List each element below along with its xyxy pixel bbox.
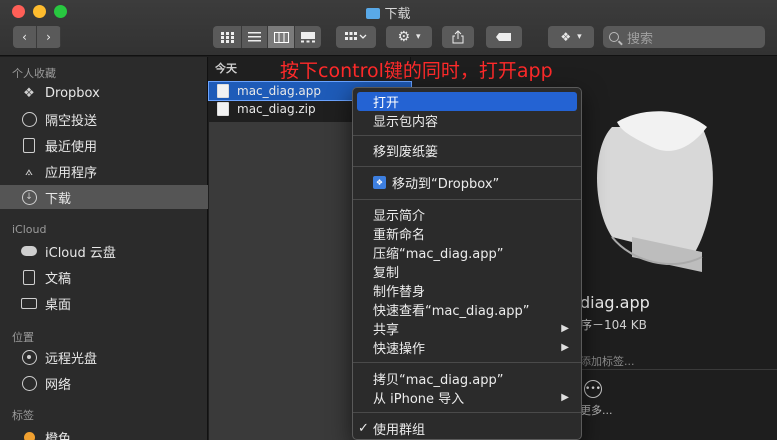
column-view-button[interactable] bbox=[268, 26, 295, 48]
menu-separator bbox=[353, 135, 581, 136]
menu-item-use-groups[interactable]: ✓ 使用群组 bbox=[353, 419, 581, 438]
sidebar: 个人收藏 ❖ Dropbox 隔空投送 最近使用 ⟑ 应用程序 ↓ 下载 iCloud… bbox=[0, 57, 208, 440]
menu-item-quick-look[interactable]: 快速查看“mac_diag.app” bbox=[353, 300, 581, 319]
menu-separator bbox=[353, 362, 581, 363]
icon-view-button[interactable] bbox=[213, 26, 242, 48]
sidebar-section-heading: 位置 bbox=[12, 331, 34, 344]
divider bbox=[562, 369, 777, 370]
document-icon bbox=[20, 268, 38, 286]
menu-item-rename[interactable]: 重新命名 bbox=[353, 224, 581, 243]
menu-item-move-to-trash[interactable]: 移到废纸篓 bbox=[353, 141, 581, 160]
dropbox-icon: ❖ bbox=[23, 85, 35, 101]
columns-icon bbox=[273, 31, 289, 43]
menu-item-copy[interactable]: 拷贝“mac_diag.app” bbox=[353, 369, 581, 388]
menu-item-quick-actions[interactable]: 快速操作 ▶ bbox=[353, 338, 581, 357]
tag-shape-icon bbox=[496, 33, 511, 41]
submenu-arrow-icon: ▶ bbox=[561, 342, 569, 353]
network-icon bbox=[20, 374, 38, 392]
action-button[interactable]: ⚙ ▾ bbox=[386, 26, 432, 48]
airdrop-icon bbox=[20, 110, 38, 128]
menu-item-share[interactable]: 共享 ▶ bbox=[353, 319, 581, 338]
preview-file-name: diag.app bbox=[580, 293, 650, 312]
sidebar-section-heading: 个人收藏 bbox=[12, 67, 56, 80]
checkmark-icon: ✓ bbox=[358, 421, 369, 436]
sidebar-item-remote-disc[interactable]: 远程光盘 bbox=[0, 345, 208, 369]
preview-more-link[interactable]: 更多... bbox=[580, 402, 613, 418]
sidebar-item-dropbox[interactable]: ❖ Dropbox bbox=[0, 81, 208, 105]
folder-icon bbox=[366, 8, 381, 19]
sidebar-section-heading: iCloud bbox=[12, 223, 47, 236]
menu-item-get-info[interactable]: 显示简介 bbox=[353, 205, 581, 224]
grid-icon bbox=[220, 31, 234, 43]
gallery-icon bbox=[301, 31, 315, 42]
desktop-icon bbox=[20, 294, 38, 312]
menu-item-show-package-contents[interactable]: 显示包内容 bbox=[353, 111, 581, 130]
share-icon bbox=[452, 30, 464, 44]
sidebar-item-applications[interactable]: ⟑ 应用程序 bbox=[0, 159, 208, 183]
search-placeholder: 搜索 bbox=[627, 31, 654, 47]
menu-item-compress[interactable]: 压缩“mac_diag.app” bbox=[353, 243, 581, 262]
sidebar-item-airdrop[interactable]: 隔空投送 bbox=[0, 107, 208, 131]
recents-icon bbox=[20, 136, 38, 154]
applications-icon: ⟑ bbox=[25, 163, 33, 179]
window-title: 下载 bbox=[0, 3, 777, 22]
chevron-down-icon: ▾ bbox=[416, 32, 421, 42]
menu-separator bbox=[353, 166, 581, 167]
dropbox-toolbar-button[interactable]: ❖ ▾ bbox=[548, 26, 594, 48]
list-view-button[interactable] bbox=[242, 26, 268, 48]
app-icon-preview bbox=[597, 111, 713, 272]
sidebar-item-tag-orange[interactable]: 橙色 bbox=[0, 425, 208, 440]
menu-item-make-alias[interactable]: 制作替身 bbox=[353, 281, 581, 300]
preview-file-info: 序－104 KB bbox=[580, 318, 647, 332]
search-icon bbox=[609, 32, 619, 42]
menu-item-import-from-iphone[interactable]: 从 iPhone 导入 ▶ bbox=[353, 388, 581, 407]
menu-separator bbox=[353, 199, 581, 200]
menu-item-move-to-dropbox[interactable]: ❖ 移动到“Dropbox” bbox=[353, 173, 581, 192]
sidebar-item-downloads[interactable]: ↓ 下载 bbox=[0, 185, 208, 209]
gallery-view-button[interactable] bbox=[295, 26, 321, 48]
menu-item-open[interactable]: 打开 bbox=[357, 92, 577, 111]
date-group-heading: 今天 bbox=[215, 62, 237, 75]
disc-icon bbox=[20, 348, 38, 366]
zip-file-icon bbox=[217, 102, 229, 116]
dropbox-icon: ❖ bbox=[373, 176, 386, 189]
menu-separator bbox=[353, 412, 581, 413]
list-icon bbox=[248, 32, 261, 42]
tags-button[interactable] bbox=[486, 26, 522, 48]
downloads-icon: ↓ bbox=[20, 188, 38, 206]
back-button[interactable]: ‹ bbox=[13, 26, 37, 48]
submenu-arrow-icon: ▶ bbox=[561, 392, 569, 403]
cloud-icon bbox=[20, 242, 38, 260]
search-field[interactable]: 搜索 bbox=[603, 26, 765, 48]
dropbox-icon: ❖ bbox=[560, 30, 572, 44]
preview-add-tags[interactable]: 添加标签... bbox=[580, 353, 635, 369]
menu-item-duplicate[interactable]: 复制 bbox=[353, 262, 581, 281]
sidebar-item-network[interactable]: 网络 bbox=[0, 371, 208, 395]
submenu-arrow-icon: ▶ bbox=[561, 323, 569, 334]
navigation-buttons: ‹ › bbox=[13, 26, 61, 48]
sidebar-item-documents[interactable]: 文稿 bbox=[0, 265, 208, 289]
context-menu: 打开 显示包内容 移到废纸篓 ❖ 移动到“Dropbox” 显示简介 重新命名 压… bbox=[352, 87, 582, 440]
view-mode-switcher bbox=[213, 26, 321, 48]
forward-button[interactable]: › bbox=[37, 26, 61, 48]
app-file-icon bbox=[217, 84, 229, 98]
toolbar: 下载 ‹ › ⚙ ▾ ❖ ▾ 搜索 bbox=[0, 0, 777, 56]
share-button[interactable] bbox=[442, 26, 474, 48]
chevron-down-icon: ▾ bbox=[577, 32, 582, 42]
sidebar-item-icloud-drive[interactable]: iCloud 云盘 bbox=[0, 239, 208, 263]
group-grid-chevron-icon bbox=[345, 32, 367, 40]
annotation-text: 按下control键的同时，打开app bbox=[280, 60, 553, 82]
sidebar-section-heading: 标签 bbox=[12, 409, 34, 422]
more-ellipsis-icon[interactable]: ••• bbox=[584, 380, 602, 398]
group-by-button[interactable] bbox=[336, 26, 376, 48]
sidebar-item-desktop[interactable]: 桌面 bbox=[0, 291, 208, 315]
tag-icon bbox=[20, 428, 38, 440]
gear-icon: ⚙ bbox=[397, 29, 411, 45]
sidebar-item-recents[interactable]: 最近使用 bbox=[0, 133, 208, 157]
